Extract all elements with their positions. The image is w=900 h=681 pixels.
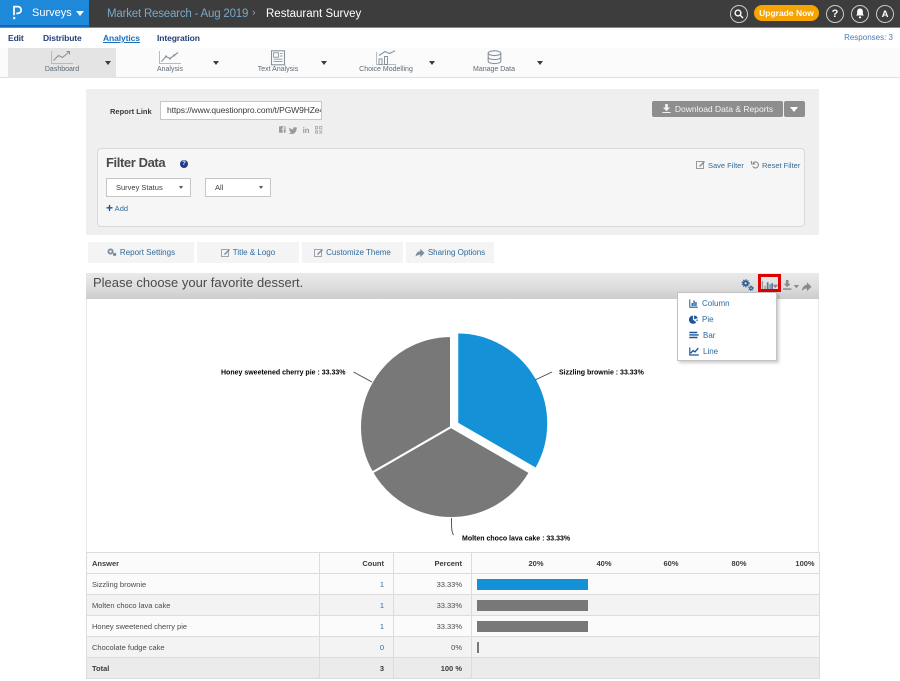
svg-text:Honey sweetened cherry pie : 3: Honey sweetened cherry pie : 33.33% [221,370,346,377]
svg-text:Sizzling brownie : 33.33%: Sizzling brownie : 33.33% [559,370,645,377]
svg-text:Molten choco lava cake : 33.33: Molten choco lava cake : 33.33% [462,536,571,543]
